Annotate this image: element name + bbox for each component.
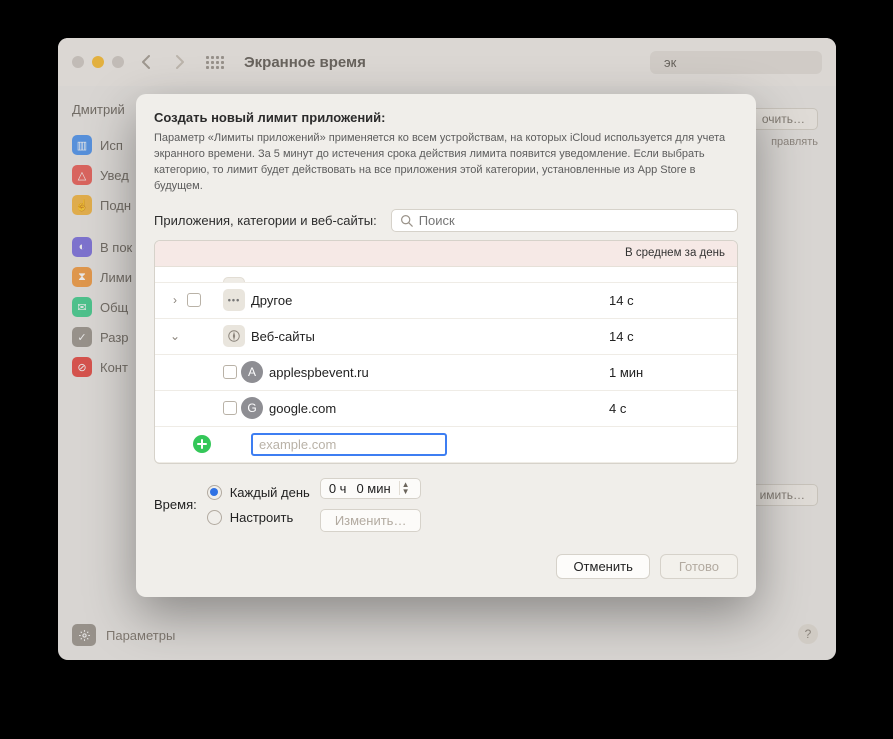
- time-stepper[interactable]: 0 ч 0 мин ▲▼: [320, 478, 422, 499]
- minutes-value[interactable]: 0 мин: [352, 481, 394, 496]
- radio-daily[interactable]: [207, 485, 222, 500]
- column-header-average: В среднем за день: [155, 241, 737, 267]
- modal-search-input[interactable]: [419, 213, 729, 228]
- checkbox[interactable]: [223, 365, 237, 379]
- checkbox[interactable]: [223, 401, 237, 415]
- expand-icon[interactable]: ›: [163, 293, 187, 307]
- done-button: Готово: [660, 554, 738, 579]
- site-letter-icon: A: [241, 361, 263, 383]
- stepper-arrows[interactable]: ▲▼: [399, 481, 412, 495]
- radio-daily-label: Каждый день: [230, 485, 310, 500]
- collapse-icon[interactable]: ⌄: [163, 329, 187, 343]
- add-site-input[interactable]: [251, 433, 447, 456]
- modal-search[interactable]: [391, 209, 738, 232]
- category-row-websites[interactable]: ⌄ Веб-сайты 14 с: [155, 319, 737, 355]
- radio-custom[interactable]: [207, 510, 222, 525]
- hours-value[interactable]: 0 ч: [325, 481, 351, 496]
- site-row-2[interactable]: G google.com 4 с: [155, 391, 737, 427]
- edit-button: Изменить…: [320, 509, 422, 532]
- list-label: Приложения, категории и веб-сайты:: [154, 213, 377, 228]
- checkbox[interactable]: [187, 293, 201, 307]
- app-list: В среднем за день ✈ Путешествия 0 с › ••…: [154, 240, 738, 464]
- app-limit-modal: Создать новый лимит приложений: Параметр…: [136, 94, 756, 597]
- add-site-button[interactable]: [193, 435, 211, 453]
- search-icon: [400, 214, 413, 227]
- modal-description: Параметр «Лимиты приложений» применяется…: [154, 131, 738, 195]
- compass-icon: [223, 325, 245, 347]
- cancel-button[interactable]: Отменить: [556, 554, 649, 579]
- site-row-1[interactable]: A applespbevent.ru 1 мин: [155, 355, 737, 391]
- category-row-other[interactable]: › ••• Другое 14 с: [155, 283, 737, 319]
- category-row-travel[interactable]: ✈ Путешествия 0 с: [155, 267, 737, 283]
- modal-title: Создать новый лимит приложений:: [154, 110, 738, 125]
- time-label: Время:: [154, 497, 197, 512]
- other-icon: •••: [223, 289, 245, 311]
- add-site-row: [155, 427, 737, 463]
- radio-custom-label: Настроить: [230, 510, 294, 525]
- site-letter-icon: G: [241, 397, 263, 419]
